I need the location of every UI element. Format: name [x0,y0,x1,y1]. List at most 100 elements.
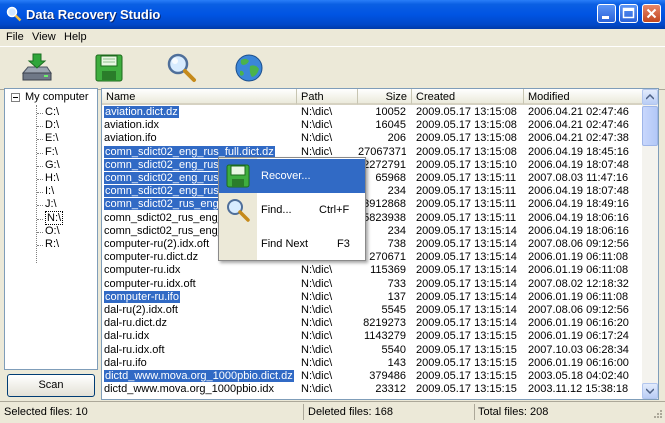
table-row[interactable]: computer-ru.dict.dzN:\dic\2706712009.05.… [102,251,642,264]
cell-size: 379486 [369,370,406,382]
table-row[interactable]: comn_sdict02_eng_rus_full.idxN:\dic\2272… [102,158,642,172]
menu-file[interactable]: File [6,31,24,43]
column-header-name[interactable]: Name [102,89,297,105]
cell-path: N:\dic\ [301,132,333,145]
recover-drive-button[interactable] [20,51,54,85]
drive-tree[interactable]: My computer C:\ D:\ E:\ F:\ G:\ H:\ I:\ J:\ N:\ O… [4,88,98,370]
table-row[interactable]: comn_sdict02_eng_rus_full.dict.dz N:\dic\… [102,145,642,159]
context-item-recover[interactable]: Recover... [219,159,365,193]
web-button[interactable] [232,51,266,85]
cell-name: dal-ru.ifo [104,357,294,370]
recover-drive-icon [21,53,52,81]
tree-drive-label: F:\ [45,145,58,158]
menu-help[interactable]: Help [64,31,87,43]
cell-created: 2009.05.17 13:15:15 [416,370,517,382]
table-row[interactable]: comn_sdict02_eng_rus_full.ifoN:\dic\2342… [102,185,642,198]
file-name: computer-ru(2).idx.oft [104,238,210,250]
context-menu: Recover... Find... Ctrl+F Find Next F3 [218,157,366,261]
find-button[interactable] [164,51,198,85]
table-row[interactable]: comn_sdict02_rus_eng_full.dict.dzN:\dic\… [102,198,642,211]
vertical-scrollbar[interactable] [642,89,658,399]
cell-created: 2009.05.17 13:15:14 [416,251,517,264]
cell-created: 2009.05.17 13:15:15 [416,383,517,396]
column-header-path[interactable]: Path [297,89,358,105]
table-row[interactable]: dal-ru.dict.dz N:\dic\ 8219273 2009.05.17 1… [102,317,642,330]
minimize-button[interactable] [597,4,616,23]
arrow-up-icon [646,94,654,100]
cell-modified: 2006.04.19 18:06:16 [528,211,629,224]
cell-modified: 2006.04.19 18:07:48 [528,158,629,171]
table-row[interactable]: computer-ru(2).idx.oftN:\dic\7382009.05.… [102,238,642,251]
table-row[interactable]: comn_sdict02_rus_eng_full.idxN:\dic\5823… [102,212,642,225]
cell-created: 2009.05.17 13:15:15 [416,343,517,356]
file-name: computer-ru.idx [104,264,181,277]
table-row[interactable]: dal-ru(2).idx.oft N:\dic\ 5545 2009.05.17 1… [102,304,642,317]
scroll-down-button[interactable] [642,383,658,399]
cell-name: dal-ru.idx.oft [104,344,294,357]
menu-bar: File View Help [0,29,665,46]
context-item-find-next[interactable]: Find Next F3 [219,227,365,261]
table-row[interactable]: computer-ru.idx.oft N:\dic\ 733 2009.05.17 … [102,278,642,291]
table-row[interactable]: dal-ru.idx N:\dic\ 1143279 2009.05.17 13:15… [102,330,642,343]
title-bar[interactable]: Data Recovery Studio [0,0,665,29]
cell-name: computer-ru.ifo [104,290,294,304]
tree-connector [37,165,43,167]
cell-modified: 2007.08.06 09:12:56 [528,238,629,250]
cell-name: dal-ru(2).idx.oft [104,304,294,317]
tree-root-my-computer[interactable]: My computer [25,91,89,103]
status-divider [474,404,475,420]
file-name: dal-ru.ifo [104,356,147,369]
file-list[interactable]: Name Path Size Created Modified aviation… [101,88,659,400]
tree-connector [37,179,43,180]
save-button[interactable] [92,51,126,85]
table-row[interactable]: comn_sdict02_eng_rus_full.ifoN:\dic\6596… [102,172,642,185]
table-row[interactable]: computer-ru.ifo N:\dic\ 137 2009.05.17 13:1… [102,290,642,304]
file-name: dal-ru.idx [104,330,150,343]
tree-drive-label: H:\ [45,172,60,184]
menu-view[interactable]: View [32,31,56,43]
context-item-find[interactable]: Find... Ctrl+F [219,193,365,227]
close-icon [646,8,657,19]
cell-created: 2009.05.17 13:15:15 [416,356,517,369]
cell-name: dal-ru.dict.dz [104,317,294,330]
table-row[interactable]: dal-ru.idx.oft N:\dic\ 5540 2009.05.17 13:1… [102,344,642,357]
cell-created: 2009.05.17 13:15:14 [416,290,517,303]
table-row[interactable]: computer-ru.idx N:\dic\ 115369 2009.05.17 1… [102,264,642,277]
tree-drive-label: N:\ [45,210,64,225]
scroll-thumb[interactable] [642,106,658,146]
context-item-label: Find... [261,204,292,216]
cell-created: 2009.05.17 13:15:14 [416,224,517,237]
table-row[interactable]: aviation.dict.dz N:\dic\ 10052 2009.05.17 1… [102,106,642,119]
toolbar [0,46,665,90]
scan-button[interactable]: Scan [7,374,95,397]
table-row[interactable]: dictd_www.mova.org_1000pbio.idx N:\dic\ 23… [102,383,642,396]
column-header-size[interactable]: Size [358,89,412,105]
cell-modified: 2007.08.03 11:47:16 [528,172,629,184]
scroll-up-button[interactable] [642,89,658,105]
tree-drive-label: D:\ [45,119,60,132]
app-window: Data Recovery Studio File View Help My c… [0,0,665,423]
cell-created: 2009.05.17 13:15:08 [416,145,517,158]
table-row[interactable]: dal-ru.ifo N:\dic\ 143 2009.05.17 13:15:15 2… [102,357,642,370]
context-item-shortcut: Ctrl+F [319,204,350,216]
resize-grip-icon[interactable] [651,409,663,421]
tree-drive-label: C:\ [45,106,60,118]
cell-path: N:\dic\ [301,264,333,277]
table-row[interactable]: aviation.idx N:\dic\ 16045 2009.05.17 13:15… [102,119,642,132]
cell-path: N:\dic\ [301,277,333,290]
table-row[interactable]: dictd_www.mova.org_1000pbio.dict.dz N:\di… [102,370,642,383]
cell-created: 2009.05.17 13:15:14 [416,277,517,290]
table-row[interactable]: comn_sdict02_rus_eng_full.ifoN:\dic\2342… [102,225,642,238]
tree-connector [37,152,43,154]
column-header-created[interactable]: Created [412,89,524,105]
maximize-button[interactable] [619,4,638,23]
status-divider [303,404,304,420]
close-button[interactable] [642,4,661,23]
cell-path: N:\dic\ [301,317,333,330]
table-row[interactable]: aviation.ifo N:\dic\ 206 2009.05.17 13:15:0… [102,132,642,145]
cell-name: aviation.dict.dz [104,106,294,119]
tree-collapse-toggle[interactable] [11,93,20,102]
column-header-modified[interactable]: Modified [524,89,644,105]
cell-created: 2009.05.17 13:15:14 [416,264,517,277]
file-name: computer-ru.idx.oft [104,277,196,290]
